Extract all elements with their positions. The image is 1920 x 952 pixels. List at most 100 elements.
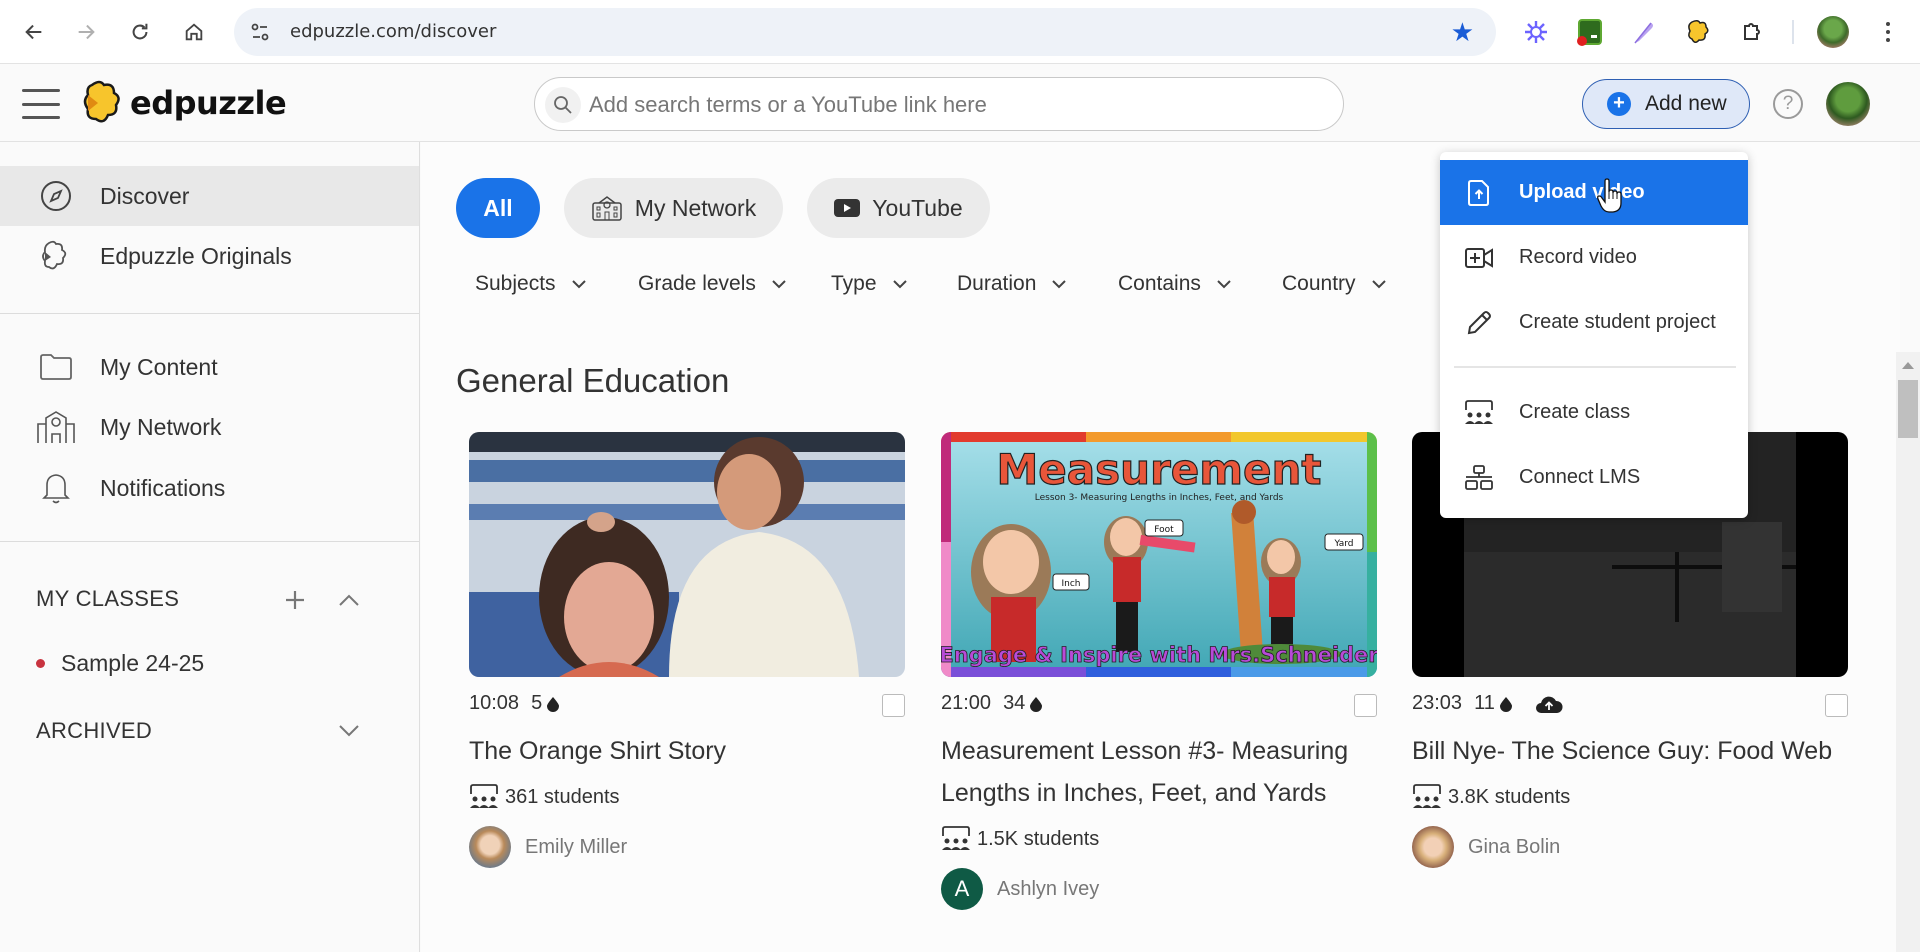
- chevron-down-icon: [339, 725, 359, 737]
- page-scrollbar[interactable]: [1896, 352, 1920, 952]
- record-video-icon: [1464, 243, 1494, 273]
- home-button[interactable]: [176, 14, 212, 50]
- sidebar-divider: [0, 541, 419, 542]
- menu-item-create-class[interactable]: Create class: [1440, 380, 1748, 445]
- edpuzzle-logo[interactable]: edpuzzle: [82, 79, 287, 127]
- search-bar[interactable]: [534, 77, 1344, 131]
- collapse-classes-button[interactable]: [333, 584, 365, 616]
- sidebar-item-edpuzzle-originals[interactable]: Edpuzzle Originals: [0, 226, 419, 286]
- add-class-button[interactable]: [279, 584, 311, 616]
- video-title[interactable]: The Orange Shirt Story: [469, 730, 909, 772]
- filter-country[interactable]: Country: [1282, 272, 1388, 296]
- extensions-puzzle-icon[interactable]: [1736, 16, 1768, 48]
- chevron-up-icon: [339, 594, 359, 606]
- video-thumbnail[interactable]: Measurement Lesson 3- Measuring Lengths …: [941, 432, 1377, 677]
- video-thumbnail[interactable]: [469, 432, 905, 677]
- add-new-button[interactable]: + Add new: [1582, 79, 1750, 129]
- chip-all[interactable]: All: [456, 178, 540, 238]
- back-button[interactable]: [16, 14, 52, 50]
- compass-icon: [36, 176, 76, 216]
- quill-icon[interactable]: [1628, 16, 1660, 48]
- lms-network-icon: [1464, 463, 1494, 493]
- reload-button[interactable]: [122, 14, 158, 50]
- edpuzzle-extension-icon[interactable]: [1682, 16, 1714, 48]
- select-checkbox[interactable]: [1354, 694, 1377, 717]
- video-title[interactable]: Measurement Lesson #3- Measuring Lengths…: [941, 730, 1381, 814]
- search-input[interactable]: [589, 88, 1319, 122]
- select-checkbox[interactable]: [1825, 694, 1848, 717]
- menu-item-label: Upload video: [1519, 181, 1645, 203]
- student-count: 1.5K students: [941, 826, 1099, 852]
- browser-menu-button[interactable]: [1872, 16, 1904, 48]
- chevron-down-icon: [1052, 280, 1067, 289]
- scroll-up-arrow-icon[interactable]: [1902, 362, 1914, 369]
- bookmark-star-icon[interactable]: ★: [1451, 18, 1474, 46]
- video-duration: 23:03: [1412, 692, 1463, 714]
- student-count-label: 3.8K students: [1448, 785, 1571, 808]
- edpuzzle-logo-icon: [83, 80, 120, 123]
- thumb-footer: Engage & Inspire with Mrs.Schneider: [941, 643, 1377, 667]
- chip-my-network[interactable]: My Network: [564, 178, 783, 238]
- author[interactable]: A Ashlyn Ivey: [941, 868, 1099, 910]
- arrow-right-icon: [78, 24, 95, 40]
- thumb-label: Foot: [1154, 525, 1174, 535]
- class-item-sample-24-25[interactable]: Sample 24-25: [36, 650, 204, 677]
- author[interactable]: Gina Bolin: [1412, 826, 1560, 868]
- help-icon[interactable]: ?: [1773, 89, 1803, 119]
- url-text: edpuzzle.com/discover: [290, 21, 497, 42]
- menu-item-create-student-project[interactable]: Create student project: [1440, 290, 1748, 355]
- question-count: 11: [1474, 692, 1495, 714]
- class-icon: [1413, 784, 1441, 808]
- school-building-icon: [36, 407, 76, 447]
- school-building-icon: [592, 196, 622, 221]
- question-drop-icon: [1030, 696, 1043, 712]
- perplexity-icon[interactable]: [1520, 16, 1552, 48]
- chevron-down-icon: [892, 280, 907, 289]
- filter-subjects[interactable]: Subjects: [475, 272, 588, 296]
- class-color-dot: [36, 659, 45, 668]
- address-bar[interactable]: edpuzzle.com/discover ★: [234, 8, 1496, 56]
- filter-label: Grade levels: [638, 272, 756, 295]
- menu-item-label: Record video: [1519, 246, 1637, 268]
- hand-cursor-icon: [1597, 178, 1622, 213]
- filter-contains[interactable]: Contains: [1118, 272, 1233, 296]
- video-meta: 21:00 34: [941, 692, 1043, 715]
- classroom-screen-icon[interactable]: [1574, 16, 1606, 48]
- filter-label: Country: [1282, 272, 1356, 295]
- hamburger-menu-icon[interactable]: [22, 89, 60, 119]
- sidebar-item-label: Edpuzzle Originals: [100, 242, 292, 269]
- select-checkbox[interactable]: [882, 694, 905, 717]
- video-title[interactable]: Bill Nye- The Science Guy: Food Web: [1412, 730, 1852, 772]
- sidebar-item-my-content[interactable]: My Content: [0, 337, 419, 397]
- sidebar-item-my-network[interactable]: My Network: [0, 397, 419, 457]
- author[interactable]: Emily Miller: [469, 826, 627, 868]
- student-count: 3.8K students: [1412, 784, 1570, 810]
- student-count-label: 1.5K students: [977, 827, 1100, 850]
- edpuzzle-puzzle-icon: [36, 236, 76, 276]
- sidebar-item-discover[interactable]: Discover: [0, 166, 419, 226]
- menu-item-record-video[interactable]: Record video: [1440, 225, 1748, 290]
- site-info-icon[interactable]: [246, 18, 274, 46]
- chip-youtube[interactable]: YouTube: [807, 178, 990, 238]
- menu-item-upload-video[interactable]: Upload video: [1440, 160, 1748, 225]
- filter-grade-levels[interactable]: Grade levels: [638, 272, 788, 296]
- my-classes-title: MY CLASSES: [36, 586, 180, 611]
- author-name: Ashlyn Ivey: [997, 877, 1100, 900]
- filter-type[interactable]: Type: [831, 272, 909, 296]
- section-title: General Education: [456, 362, 730, 399]
- folder-icon: [36, 347, 76, 387]
- expand-archived-button[interactable]: [333, 715, 365, 747]
- forward-button[interactable]: [68, 14, 104, 50]
- scrollbar-thumb[interactable]: [1898, 380, 1918, 438]
- browser-profile-avatar[interactable]: [1817, 16, 1849, 48]
- sidebar-item-notifications[interactable]: Notifications: [0, 458, 419, 518]
- menu-item-connect-lms[interactable]: Connect LMS: [1440, 445, 1748, 510]
- video-duration: 21:00: [941, 692, 992, 714]
- thumb-title: Measurement: [997, 445, 1322, 494]
- filter-duration[interactable]: Duration: [957, 272, 1068, 296]
- question-count: 5: [531, 692, 543, 714]
- user-avatar[interactable]: [1826, 82, 1870, 126]
- sidebar-item-label: My Content: [100, 353, 218, 380]
- chevron-down-icon: [772, 280, 786, 289]
- menu-item-label: Create class: [1519, 401, 1631, 423]
